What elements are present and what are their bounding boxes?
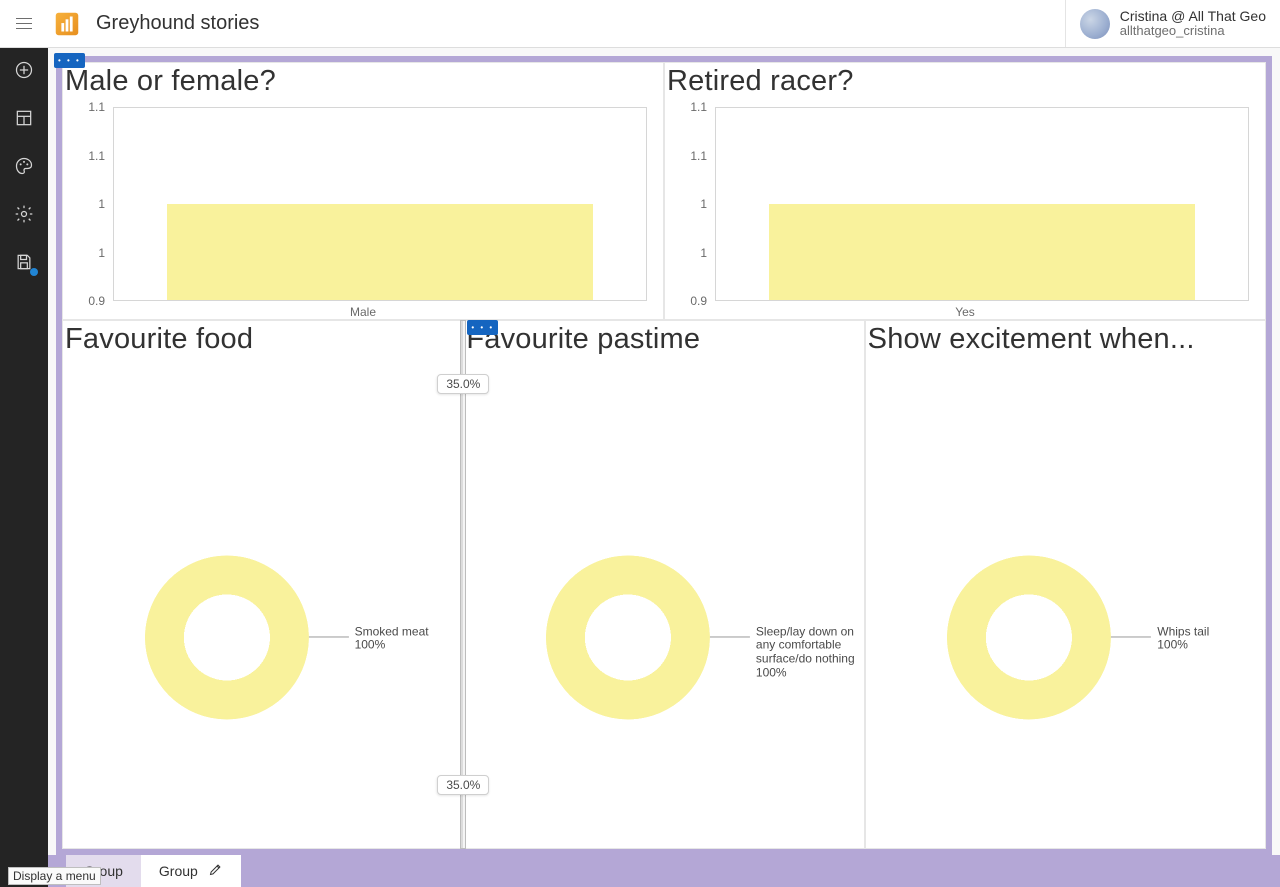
x-tick: Male bbox=[65, 305, 661, 319]
card-show-excitement[interactable]: Show excitement when... Whips tail 100% bbox=[865, 320, 1266, 849]
y-tick: 1.1 bbox=[667, 149, 707, 163]
bar-chart: 1.1 1.1 1 1 0.9 Male bbox=[65, 107, 661, 319]
y-tick: 1 bbox=[65, 197, 105, 211]
app-logo bbox=[52, 9, 82, 39]
unsaved-indicator-icon bbox=[30, 268, 38, 276]
add-element-button[interactable] bbox=[12, 58, 36, 82]
tab-group-2[interactable]: Group bbox=[141, 855, 241, 887]
user-account-button[interactable]: Cristina @ All That Geo allthatgeo_crist… bbox=[1065, 0, 1280, 47]
page-title: Greyhound stories bbox=[96, 12, 259, 35]
leader-line bbox=[309, 636, 349, 637]
bar bbox=[769, 204, 1195, 300]
card-retired-racer[interactable]: Retired racer? 1.1 1.1 1 1 0.9 bbox=[664, 62, 1266, 320]
menu-tooltip: Display a menu bbox=[8, 867, 101, 885]
donut-label: Sleep/lay down on any comfortable surfac… bbox=[756, 625, 866, 680]
donut-chart bbox=[546, 555, 710, 719]
bar bbox=[167, 204, 593, 300]
avatar bbox=[1080, 9, 1110, 39]
y-tick: 1 bbox=[667, 246, 707, 260]
rename-tab-button[interactable] bbox=[208, 862, 223, 880]
user-display-name: Cristina @ All That Geo bbox=[1120, 8, 1266, 24]
tab-label: Group bbox=[159, 863, 198, 879]
card-options-button[interactable] bbox=[467, 320, 498, 335]
y-tick: 1.1 bbox=[65, 149, 105, 163]
card-title: Favourite pastime bbox=[464, 321, 863, 356]
column-resize-handle[interactable]: 35.0% 35.0% bbox=[459, 320, 467, 849]
main-menu-button[interactable] bbox=[0, 0, 48, 48]
page-tab-bar: Group Group bbox=[48, 855, 1280, 887]
y-tick: 1.1 bbox=[65, 100, 105, 114]
card-title: Favourite food bbox=[63, 321, 462, 356]
top-header: Greyhound stories Cristina @ All That Ge… bbox=[0, 0, 1280, 48]
card-title: Retired racer? bbox=[665, 63, 1265, 98]
settings-button[interactable] bbox=[12, 202, 36, 226]
card-favourite-food[interactable]: Favourite food Smoked meat 100% bbox=[62, 320, 463, 849]
leader-line bbox=[1111, 636, 1151, 637]
user-handle: allthatgeo_cristina bbox=[1120, 24, 1266, 39]
theme-button[interactable] bbox=[12, 154, 36, 178]
donut-label: Whips tail 100% bbox=[1157, 625, 1227, 653]
x-tick: Yes bbox=[667, 305, 1263, 319]
layout-button[interactable] bbox=[12, 106, 36, 130]
splitter-percent-top: 35.0% bbox=[437, 374, 489, 394]
card-favourite-pastime[interactable]: Favourite pastime Sleep/lay down on any … bbox=[463, 320, 864, 849]
save-button[interactable] bbox=[12, 250, 36, 274]
bar-chart: 1.1 1.1 1 1 0.9 Yes bbox=[667, 107, 1263, 319]
donut-chart bbox=[947, 555, 1111, 719]
editor-canvas: Male or female? 1.1 1.1 1 1 0.9 bbox=[48, 48, 1280, 887]
layout-group-selected[interactable]: Male or female? 1.1 1.1 1 1 0.9 bbox=[56, 56, 1272, 855]
splitter-percent-bottom: 35.0% bbox=[437, 775, 489, 795]
y-tick: 1.1 bbox=[667, 100, 707, 114]
card-title: Show excitement when... bbox=[866, 321, 1265, 356]
y-tick: 1 bbox=[65, 246, 105, 260]
hamburger-icon bbox=[16, 23, 32, 25]
left-toolbar bbox=[0, 48, 48, 887]
donut-chart bbox=[145, 555, 309, 719]
card-male-or-female[interactable]: Male or female? 1.1 1.1 1 1 0.9 bbox=[62, 62, 664, 320]
leader-line bbox=[710, 636, 750, 637]
card-title: Male or female? bbox=[63, 63, 663, 98]
donut-label: Smoked meat 100% bbox=[355, 625, 445, 653]
group-options-button[interactable] bbox=[54, 53, 85, 68]
y-tick: 1 bbox=[667, 197, 707, 211]
